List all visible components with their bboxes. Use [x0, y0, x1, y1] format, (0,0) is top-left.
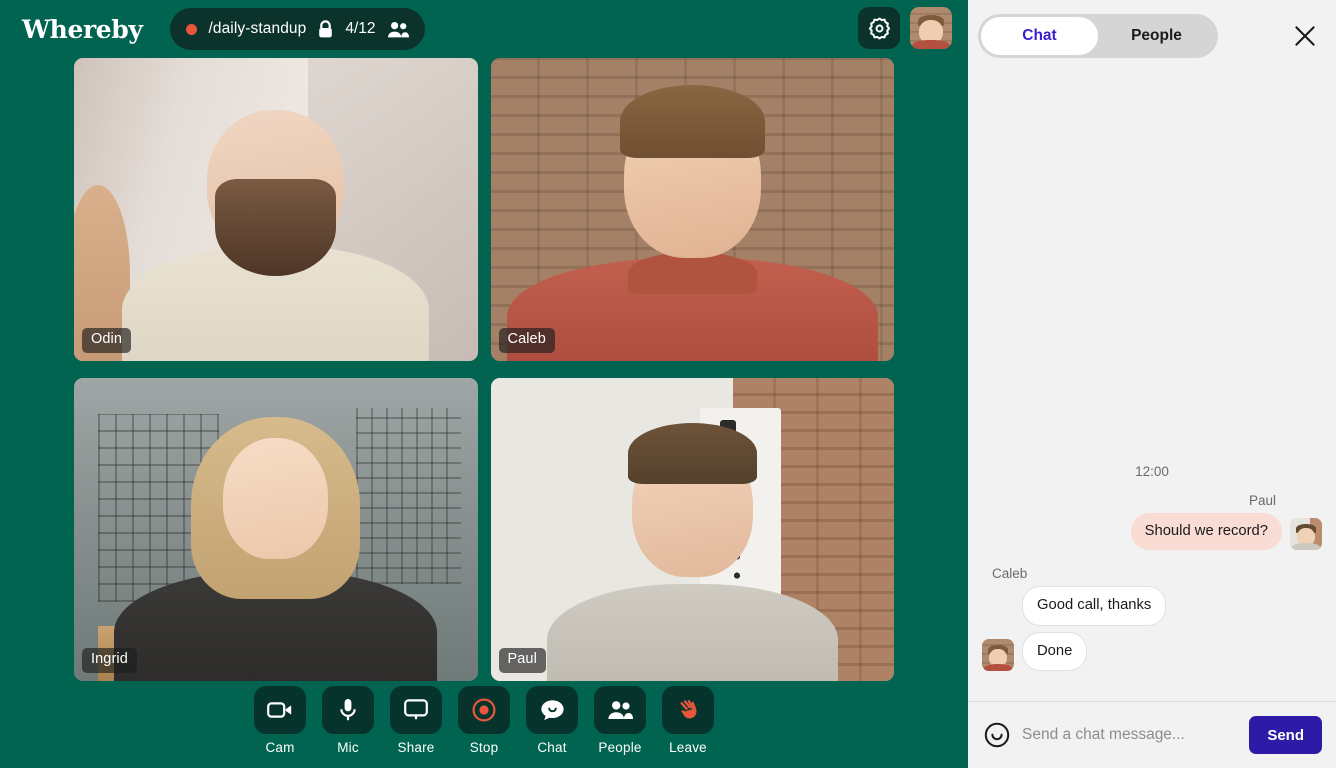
settings-button[interactable] [858, 7, 900, 49]
message-row: Should we record? [982, 512, 1322, 551]
chat-label: Chat [537, 740, 567, 755]
lock-icon [317, 19, 334, 39]
top-right-controls [858, 7, 952, 49]
message-group-caleb: Caleb Good call, thanks Done [982, 566, 1322, 677]
tab-people[interactable]: People [1098, 17, 1215, 55]
participant-name-label: Paul [498, 647, 546, 673]
panel-tab-group: Chat People [978, 14, 1218, 58]
video-feed [490, 377, 894, 681]
mic-label: Mic [337, 740, 359, 755]
people-icon [594, 686, 646, 734]
message-author: Paul [1248, 492, 1276, 508]
mic-button[interactable]: Mic [322, 686, 374, 755]
cam-button[interactable]: Cam [254, 686, 306, 755]
participant-count: 4/12 [345, 20, 376, 37]
video-tile-ingrid[interactable]: Ingrid [74, 377, 478, 681]
message-author: Caleb [992, 566, 1028, 582]
people-icon [387, 21, 409, 38]
message-group-paul: Paul Should we record? [982, 493, 1322, 556]
cam-label: Cam [265, 740, 295, 755]
video-tile-paul[interactable]: Paul [490, 377, 894, 681]
whereby-logo: Whereby [22, 14, 143, 44]
tab-chat[interactable]: Chat [981, 17, 1098, 55]
emoji-button[interactable] [984, 722, 1010, 748]
stop-recording-button[interactable]: Stop [458, 686, 510, 755]
avatar-spacer [982, 594, 1014, 626]
participant-name-label: Odin [82, 328, 132, 353]
camera-icon [254, 686, 306, 734]
chat-input[interactable] [1022, 726, 1238, 744]
message-row: Done [982, 631, 1322, 671]
avatar-body [912, 39, 950, 49]
top-bar: Whereby /daily-standup 4/12 [0, 0, 968, 58]
video-feed [74, 58, 478, 361]
message-avatar-paul [1290, 518, 1322, 551]
panel-header: Chat People [968, 0, 1336, 72]
chat-bubble-icon [526, 686, 578, 734]
share-label: Share [397, 740, 435, 755]
video-tile-caleb[interactable]: Caleb [490, 58, 894, 361]
chat-message-list[interactable]: 12:00 Paul Should we record? Caleb Good … [968, 72, 1336, 701]
leave-label: Leave [669, 740, 707, 755]
video-tile-grid: Odin Caleb Ingrid Paul [0, 58, 968, 684]
participant-name-label: Ingrid [82, 647, 137, 673]
stop-label: Stop [469, 740, 499, 755]
emoji-smiley-icon [984, 722, 1010, 748]
gear-icon [868, 17, 890, 39]
video-tile-odin[interactable]: Odin [74, 58, 478, 361]
message-row: Good call, thanks [982, 586, 1322, 626]
screen-share-icon [390, 686, 442, 734]
send-button[interactable]: Send [1249, 716, 1322, 754]
people-label: People [598, 740, 642, 755]
close-panel-button[interactable] [1288, 19, 1322, 53]
room-name: /daily-standup [208, 20, 307, 37]
message-bubble: Done [1022, 631, 1088, 671]
whereby-meeting-window: Whereby /daily-standup 4/12 Odin Caleb I… [0, 0, 1336, 768]
room-info-pill[interactable]: /daily-standup 4/12 [170, 8, 425, 50]
chat-composer: Send [968, 701, 1336, 768]
video-feed [490, 58, 894, 361]
video-feed [74, 377, 478, 681]
chat-button[interactable]: Chat [526, 686, 578, 755]
leave-button[interactable]: Leave [662, 686, 714, 755]
video-stage: Whereby /daily-standup 4/12 Odin Caleb I… [0, 0, 968, 768]
participant-name-label: Caleb [498, 328, 555, 353]
user-avatar[interactable] [910, 7, 952, 49]
record-stop-icon [458, 686, 510, 734]
chat-timestamp: 12:00 [1135, 463, 1169, 479]
microphone-icon [322, 686, 374, 734]
message-avatar-caleb [982, 639, 1014, 671]
recording-dot-icon [186, 23, 198, 35]
meeting-toolbar: Cam Mic Share Stop Chat People Leave [0, 684, 968, 768]
message-bubble: Good call, thanks [1022, 586, 1167, 626]
close-icon [1295, 26, 1315, 46]
waving-hand-icon [662, 686, 714, 734]
chat-panel: Chat People 12:00 Paul Should we record? [968, 0, 1336, 768]
message-bubble: Should we record? [1130, 512, 1282, 551]
people-button[interactable]: People [594, 686, 646, 755]
share-button[interactable]: Share [390, 686, 442, 755]
